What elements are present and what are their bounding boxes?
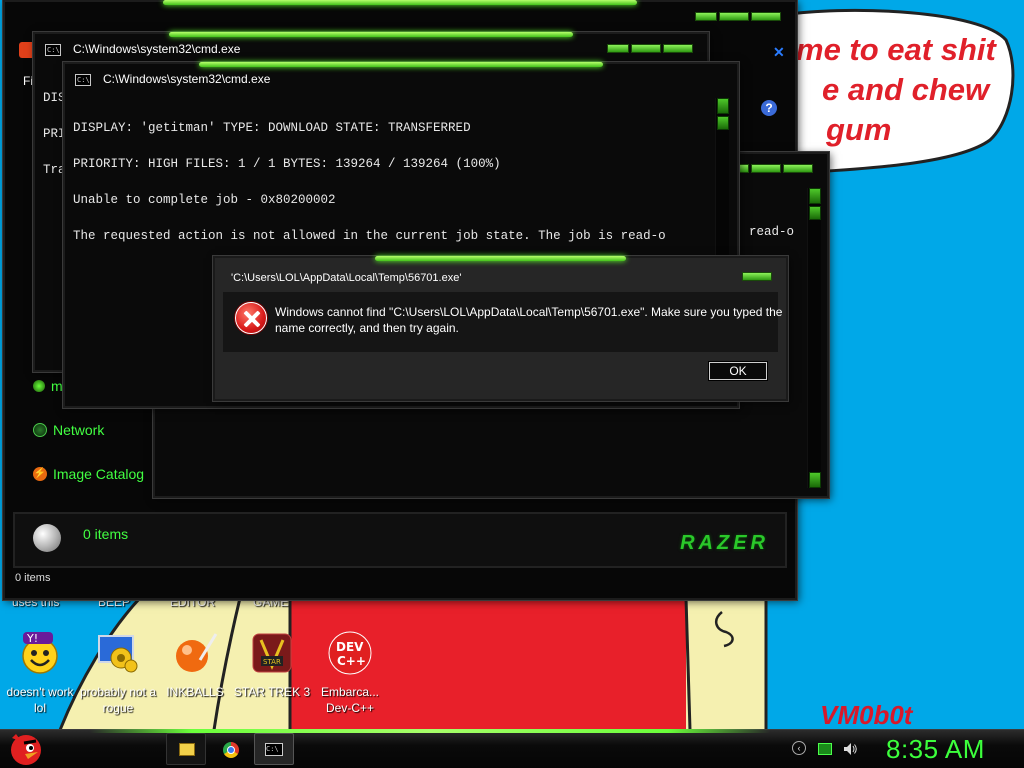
close-button[interactable] <box>663 44 693 53</box>
svg-text:Y!: Y! <box>26 632 38 645</box>
gears-monitor-icon <box>95 630 141 676</box>
dialog-title: 'C:\Users\LOL\AppData\Local\Temp\56701.e… <box>231 272 462 284</box>
green-bullet-icon <box>33 380 45 392</box>
start-button[interactable] <box>6 728 46 768</box>
details-pane: 0 items RAZER <box>13 512 787 568</box>
window-title: C:\Windows\system32\cmd.exe <box>103 72 271 86</box>
cmd-icon: C:\ <box>75 74 91 86</box>
items-count: 0 items <box>83 526 129 542</box>
cmd-icon: C:\ <box>45 44 61 56</box>
maximize-button[interactable] <box>751 164 781 173</box>
nav-item-label: m <box>51 378 63 394</box>
library-icon <box>33 524 61 552</box>
window-controls <box>742 272 772 281</box>
window-glow <box>169 32 573 37</box>
desktop-shortcut-rogue[interactable]: probably not a rogue <box>78 630 158 716</box>
maximize-button[interactable] <box>631 44 661 53</box>
taskbar-button-cmd[interactable]: C:\ <box>254 733 294 765</box>
inkball-icon <box>172 630 218 676</box>
yahoo-messenger-icon: Y! <box>17 630 63 676</box>
dialog-message: Windows cannot find "C:\Users\LOL\AppDat… <box>275 305 783 335</box>
taskbar-button-chrome[interactable] <box>210 733 250 765</box>
svg-text:STAR: STAR <box>263 658 281 666</box>
dialog-body: Windows cannot find "C:\Users\LOL\AppDat… <box>223 292 782 352</box>
nav-item-label: Network <box>53 422 105 438</box>
maximize-button[interactable] <box>719 12 749 21</box>
desktop-shortcut-label: Embarca... Dev-C++ <box>320 685 380 715</box>
close-icon[interactable]: ✕ <box>773 44 785 61</box>
taskbar-button-explorer[interactable] <box>166 733 206 765</box>
console-line: PRIORITY: HIGH FILES: 1 / 1 BYTES: 13926… <box>73 157 501 171</box>
desktop-shortcut-label: doesn't work lol <box>6 685 74 715</box>
minimize-button[interactable] <box>607 44 629 53</box>
cmd-icon: C:\ <box>265 743 283 756</box>
chrome-icon <box>223 742 239 758</box>
window-glow <box>163 0 637 5</box>
status-bar-text: 0 items <box>15 572 51 584</box>
speech-line: me to eat shit <box>796 32 996 67</box>
scroll-thumb[interactable] <box>717 116 729 130</box>
window-controls <box>727 164 813 173</box>
desktop-shortcut-dev-cpp[interactable]: DEV C++ Embarca... Dev-C++ <box>310 630 390 716</box>
nav-item-label: Image Catalog <box>53 466 145 482</box>
window-title: C:\Windows\system32\cmd.exe <box>73 42 241 56</box>
wallpaper-signature: VM0b0t <box>820 700 913 730</box>
help-icon[interactable]: ? <box>761 100 777 116</box>
desktop-shortcut-inkballs[interactable]: INKBALLS <box>155 630 235 700</box>
window-controls <box>607 44 693 53</box>
speech-bubble-text: me to eat shit e and chew gum <box>780 30 1020 150</box>
image-catalog-icon: ⚡ <box>33 467 47 481</box>
window-controls <box>695 12 781 21</box>
star-trek-icon: STAR <box>249 630 295 676</box>
scroll-up-button[interactable] <box>809 188 821 204</box>
nav-item-image-catalog[interactable]: ⚡ Image Catalog <box>33 466 144 482</box>
nav-item-network[interactable]: Network <box>33 422 104 438</box>
window-glow <box>199 62 603 67</box>
desktop-shortcut-yahoo[interactable]: Y! doesn't work lol <box>0 630 80 716</box>
window-glow <box>374 256 627 261</box>
razer-logo: RAZER <box>680 532 769 554</box>
console-line: The requested action is not allowed in t… <box>73 229 666 243</box>
minimize-button[interactable] <box>695 12 717 21</box>
speech-line: gum <box>826 112 892 147</box>
speech-line: e and chew <box>822 72 990 107</box>
scrollbar[interactable] <box>807 188 821 488</box>
file-explorer-icon <box>179 743 195 756</box>
taskbar: C:\ ‹ 8:35 AM <box>0 729 1024 768</box>
console-output: DISPLAY: 'getitman' TYPE: DOWNLOAD STATE… <box>73 98 666 266</box>
close-button[interactable] <box>783 164 813 173</box>
error-dialog[interactable]: 'C:\Users\LOL\AppData\Local\Temp\56701.e… <box>213 256 788 401</box>
desktop-shortcut-label: INKBALLS <box>166 685 224 699</box>
desktop-shortcut-star-trek[interactable]: STAR STAR TREK 3 <box>232 630 312 700</box>
scroll-up-button[interactable] <box>717 98 729 114</box>
console-line: DISPLAY: 'getitman' TYPE: DOWNLOAD STATE… <box>73 121 471 135</box>
close-button[interactable] <box>751 12 781 21</box>
dev-cpp-icon: DEV C++ <box>327 630 373 676</box>
angry-bird-icon <box>11 734 41 765</box>
svg-text:C++: C++ <box>337 654 366 668</box>
close-button[interactable] <box>742 272 772 281</box>
scroll-thumb[interactable] <box>809 206 821 220</box>
back-arrow-icon[interactable]: ‹ <box>792 741 808 757</box>
nav-item-m[interactable]: m <box>33 378 63 394</box>
desktop-shortcut-label: probably not a rogue <box>79 685 157 715</box>
network-status-icon[interactable] <box>818 741 834 757</box>
desktop-shortcut-label: STAR TREK 3 <box>233 685 311 699</box>
console-peek: read-o <box>749 225 795 239</box>
console-line: Unable to complete job - 0x80200002 <box>73 193 336 207</box>
svg-text:DEV: DEV <box>336 640 364 654</box>
ok-button[interactable]: OK <box>708 361 768 381</box>
network-icon <box>33 423 47 437</box>
menu-tab[interactable]: Fi <box>23 74 33 88</box>
volume-icon[interactable] <box>842 741 858 757</box>
taskbar-glow <box>90 729 770 733</box>
taskbar-clock[interactable]: 8:35 AM <box>886 734 985 765</box>
scroll-down-button[interactable] <box>809 472 821 488</box>
error-icon <box>235 302 267 334</box>
